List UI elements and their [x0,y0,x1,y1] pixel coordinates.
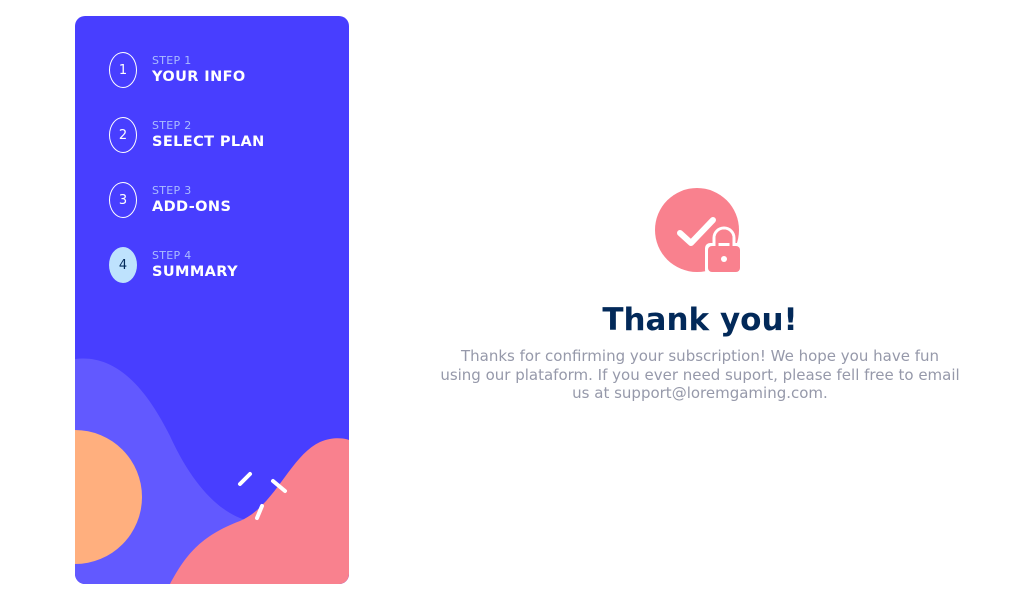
step-3-text: STEP 3 ADD-ONS [152,184,231,217]
step-4-name: SUMMARY [152,263,238,280]
step-1-text: STEP 1 YOUR INFO [152,54,246,87]
step-2-number: 2 [109,117,137,153]
step-1-name: YOUR INFO [152,68,246,85]
checkmark-lock-icon [655,188,743,275]
step-4-text: STEP 4 SUMMARY [152,249,238,282]
sidebar: 1 STEP 1 YOUR INFO 2 STEP 2 SELECT PLAN … [75,16,349,584]
step-1[interactable]: 1 STEP 1 YOUR INFO [109,51,265,89]
step-1-number: 1 [109,52,137,88]
step-4[interactable]: 4 STEP 4 SUMMARY [109,246,265,284]
thank-you-message: Thanks for confirming your subscription!… [440,347,960,402]
step-1-label: STEP 1 [152,53,192,67]
step-2-name: SELECT PLAN [152,133,265,150]
step-list: 1 STEP 1 YOUR INFO 2 STEP 2 SELECT PLAN … [109,51,265,311]
step-3-name: ADD-ONS [152,198,232,215]
step-2-label: STEP 2 [152,118,192,132]
thank-you-panel: Thank you! Thanks for confirming your su… [430,0,970,600]
step-3[interactable]: 3 STEP 3 ADD-ONS [109,181,265,219]
step-3-label: STEP 3 [152,183,192,197]
thank-you-title: Thank you! [602,302,798,338]
step-4-label: STEP 4 [152,248,192,262]
page: 1 STEP 1 YOUR INFO 2 STEP 2 SELECT PLAN … [0,0,1024,600]
step-4-number: 4 [109,247,137,283]
step-2-text: STEP 2 SELECT PLAN [152,119,265,152]
step-3-number: 3 [109,182,137,218]
step-2[interactable]: 2 STEP 2 SELECT PLAN [109,116,265,154]
